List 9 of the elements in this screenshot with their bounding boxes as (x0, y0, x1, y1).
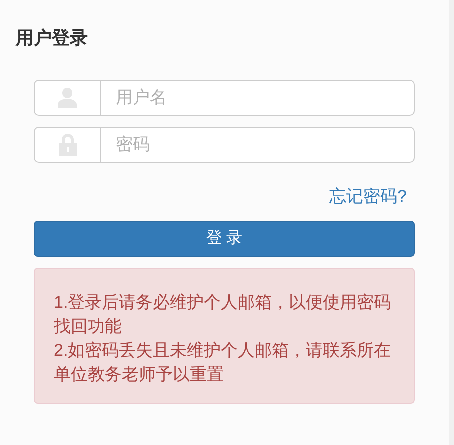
forgot-password-link[interactable]: 忘记密码? (330, 186, 407, 208)
username-field[interactable]: 用户名 (101, 80, 415, 116)
notice-text: 2.如密码丢失且未维护个人邮箱，请联系所在单位教务老师予以重置 (54, 340, 392, 386)
login-button[interactable]: 登 录 (34, 221, 415, 257)
password-field[interactable]: 密码 (101, 127, 415, 163)
lock-icon (58, 134, 76, 156)
notice-text: 1.登录后请务必维护个人邮箱，以便使用密码找回功能 (54, 292, 392, 338)
page-title: 用户登录 (16, 27, 88, 50)
user-icon (58, 88, 77, 108)
